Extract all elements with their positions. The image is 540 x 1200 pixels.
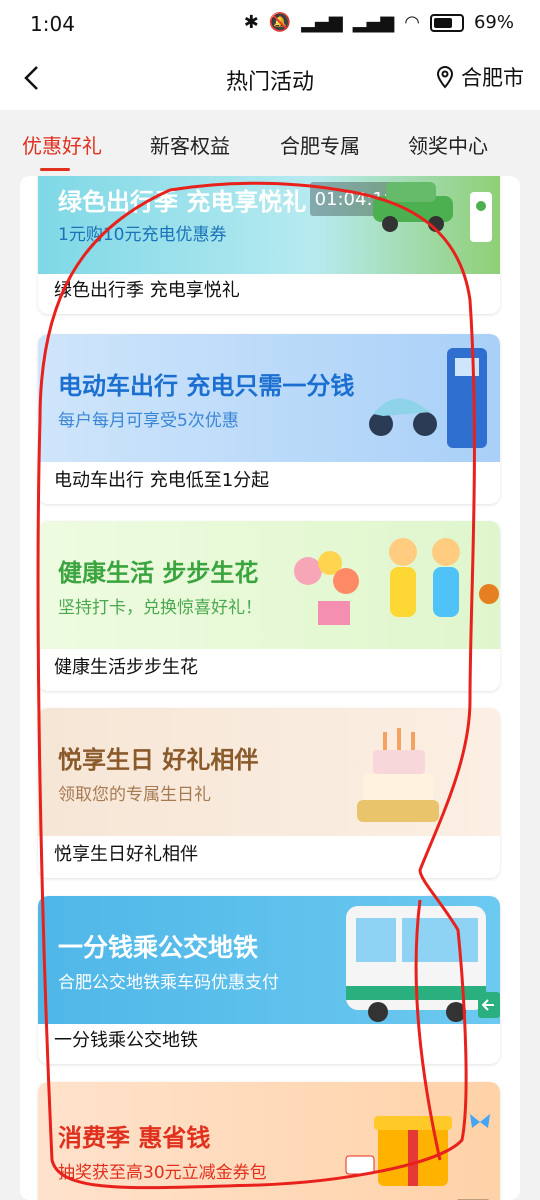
battery-level: 69% <box>473 12 514 33</box>
banner-title: 绿色出行季 充电享悦礼 <box>58 188 307 216</box>
banner-subtitle: 抽奖获至高30元立减金券包 <box>58 1163 267 1183</box>
active-tab-indicator <box>40 168 70 171</box>
activity-card-green-travel[interactable]: 绿色出行季 充电享悦礼 1元购10元充电优惠券 01:04:19 绿色出行季 充… <box>38 176 500 314</box>
people-illustration <box>389 538 460 617</box>
birthday-cake-icon <box>357 728 439 822</box>
butterfly-icon <box>470 1114 490 1128</box>
banner-title: 健康生活 步步生花 <box>58 559 259 587</box>
tab-hefei-exclusive[interactable]: 合肥专属 <box>280 130 360 159</box>
category-tabs: 优惠好礼 新客权益 合肥专属 领奖中心 <box>0 110 540 176</box>
balloons-icon <box>294 551 359 625</box>
activity-card-health[interactable]: 健康生活 步步生花 坚持打卡，兑换惊喜好礼！ 健康生活步步生花 <box>38 521 500 691</box>
banner-subtitle: 1元购10元充电优惠券 <box>58 225 227 245</box>
car-icon <box>373 182 453 232</box>
location-pin-icon <box>436 65 454 89</box>
banner-subtitle: 领取您的专属生日礼 <box>58 785 211 805</box>
scooter-icon <box>369 398 437 436</box>
exit-sign-icon <box>478 992 500 1018</box>
status-bar: 1:04 ✱ 🔕 ▂▄▆ ▂▄▆ ◠ 69% <box>0 0 540 48</box>
bus-icon <box>346 906 486 1022</box>
activity-list: 绿色出行季 充电享悦礼 1元购10元充电优惠券 01:04:19 绿色出行季 充… <box>20 176 520 1200</box>
banner-subtitle: 坚持打卡，兑换惊喜好礼！ <box>58 598 262 618</box>
charging-station-icon <box>447 348 487 448</box>
activity-card-ebike[interactable]: 电动车出行 充电只需一分钱 每户每月可享受5次优惠 电动车出行 充电低至1分起 <box>38 334 500 504</box>
card-caption: 绿色出行季 充电享悦礼 <box>54 280 240 301</box>
tab-discount-gifts[interactable]: 优惠好礼 <box>22 130 102 159</box>
basketball-icon <box>479 584 499 604</box>
gift-box-icon <box>345 1116 452 1186</box>
card-caption: 电动车出行 充电低至1分起 <box>54 470 270 491</box>
banner-ebike: 电动车出行 充电只需一分钱 每户每月可享受5次优惠 <box>38 334 500 462</box>
charger-icon <box>470 192 492 242</box>
banner-title: 悦享生日 好礼相伴 <box>58 746 259 774</box>
wifi-icon: ◠ <box>404 12 420 33</box>
banner-title: 电动车出行 充电只需一分钱 <box>58 372 355 400</box>
card-caption: 一分钱乘公交地铁 <box>54 1030 198 1051</box>
tab-prize-center[interactable]: 领奖中心 <box>408 130 488 159</box>
banner-subtitle: 合肥公交地铁乘车码优惠支付 <box>58 973 279 993</box>
signal-icon: ▂▄▆ <box>301 12 343 33</box>
location-selector[interactable]: 合肥市 <box>435 62 524 92</box>
banner-consumption: 消费季 惠省钱 抽奖获至高30元立减金券包 广告 <box>38 1082 500 1200</box>
bluetooth-icon: ✱ <box>243 12 259 33</box>
mute-icon: 🔕 <box>268 12 292 33</box>
banner-title: 一分钱乘公交地铁 <box>58 933 259 962</box>
banner-green-travel: 绿色出行季 充电享悦礼 1元购10元充电优惠券 01:04:19 <box>38 176 500 274</box>
tab-new-customer[interactable]: 新客权益 <box>150 130 230 159</box>
banner-bus: 一分钱乘公交地铁 合肥公交地铁乘车码优惠支付 <box>38 896 500 1024</box>
signal-icon-2: ▂▄▆ <box>352 12 395 33</box>
banner-title: 消费季 惠省钱 <box>58 1124 211 1152</box>
banner-health: 健康生活 步步生花 坚持打卡，兑换惊喜好礼！ <box>38 521 500 649</box>
app-header: 热门活动 合肥市 <box>0 48 540 110</box>
battery-icon <box>429 13 464 32</box>
location-label: 合肥市 <box>461 66 524 90</box>
activity-card-consumption[interactable]: 消费季 惠省钱 抽奖获至高30元立减金券包 广告 <box>38 1082 500 1200</box>
status-icons: ✱ 🔕 ▂▄▆ ▂▄▆ ◠ 69% <box>244 12 514 33</box>
banner-subtitle: 每户每月可享受5次优惠 <box>58 411 239 431</box>
activity-card-birthday[interactable]: 悦享生日 好礼相伴 领取您的专属生日礼 悦享生日好礼相伴 <box>38 708 500 878</box>
activity-card-bus[interactable]: 一分钱乘公交地铁 合肥公交地铁乘车码优惠支付 一分钱乘公交地铁 <box>38 896 500 1064</box>
status-time: 1:04 <box>30 12 75 36</box>
banner-birthday: 悦享生日 好礼相伴 领取您的专属生日礼 <box>38 708 500 836</box>
card-caption: 悦享生日好礼相伴 <box>54 844 198 865</box>
card-caption: 健康生活步步生花 <box>54 657 198 678</box>
